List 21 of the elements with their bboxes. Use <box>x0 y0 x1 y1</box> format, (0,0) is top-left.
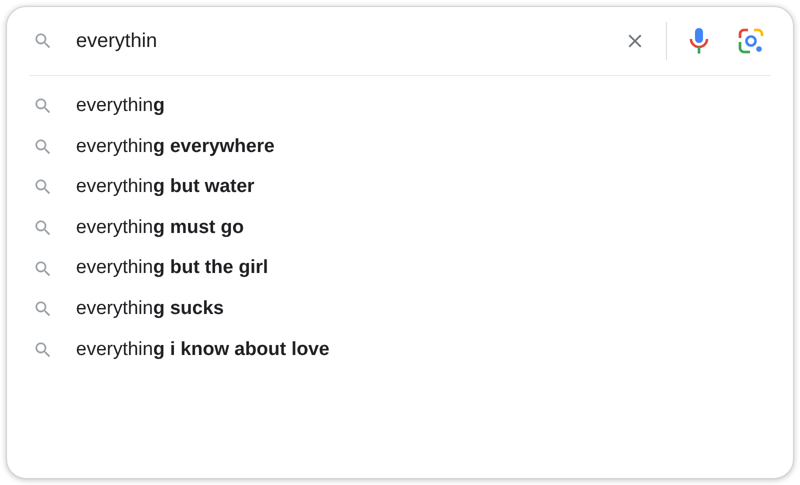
suggestion-text: everything but the girl <box>76 256 268 280</box>
suggestion-item[interactable]: everything must go <box>7 208 793 248</box>
search-icon <box>33 340 53 360</box>
search-icon <box>33 258 53 279</box>
suggestion-item[interactable]: everything everywhere <box>7 126 793 168</box>
suggestion-item[interactable]: everything <box>7 86 793 127</box>
suggestion-text: everything but water <box>76 175 254 200</box>
suggestion-item[interactable]: everything but the girl <box>7 248 793 289</box>
suggestion-text: everything sucks <box>76 297 224 322</box>
search-icon <box>33 136 53 157</box>
suggestion-text: everything everywhere <box>76 134 275 159</box>
search-icon <box>33 31 53 51</box>
camera-lens-icon <box>738 28 764 54</box>
suggestion-item[interactable]: everything i know about love <box>7 330 793 370</box>
suggestion-text: everything i know about love <box>76 338 330 362</box>
microphone-icon <box>687 27 711 55</box>
suggestion-text: everything must go <box>76 216 244 240</box>
search-field[interactable]: everythin <box>76 26 620 56</box>
suggestion-text: everything <box>76 94 165 118</box>
suggestion-item[interactable]: everything sucks <box>7 288 793 330</box>
suggestion-item[interactable]: everything but water <box>7 167 793 208</box>
